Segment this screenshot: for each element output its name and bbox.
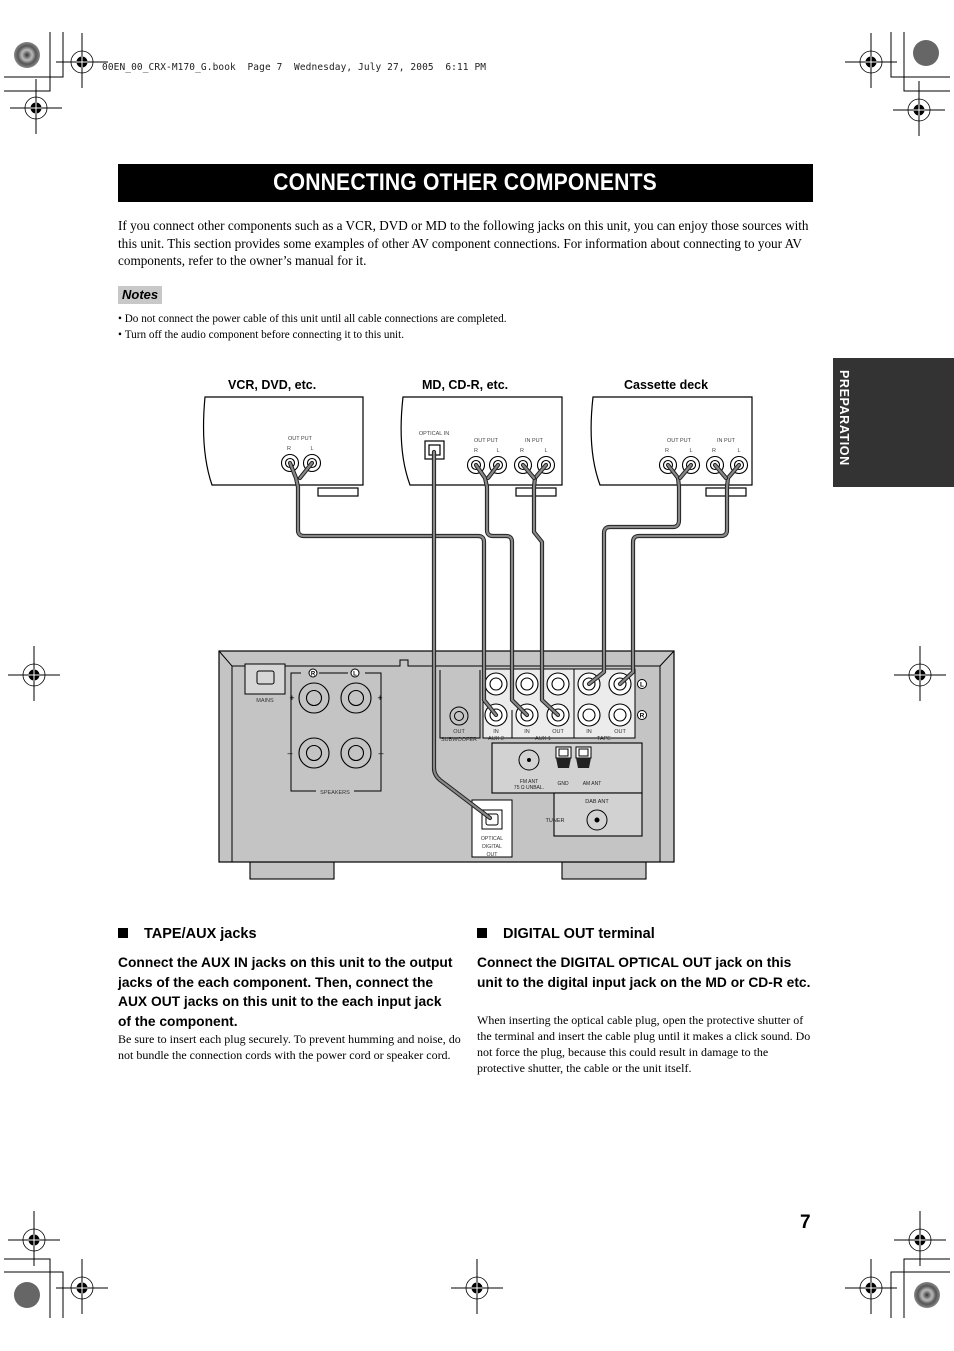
- crop-mark-bottom-left: [4, 1210, 109, 1318]
- aux1-in-label: IN: [524, 729, 530, 735]
- optical-label-line: DIGITAL: [482, 844, 502, 850]
- section-heading-tape-aux: TAPE/AUX jacks: [118, 926, 257, 942]
- am-antenna-terminal: [575, 746, 592, 768]
- channel-label: L: [689, 448, 692, 454]
- channel-l-marker: L: [640, 682, 644, 689]
- subwoofer-out-label: OUT: [453, 729, 465, 735]
- md-output-label: OUT PUT: [474, 438, 499, 444]
- am-ant-label: AM ANT: [583, 781, 602, 787]
- section-body-digital-out: When inserting the optical cable plug, o…: [477, 1013, 811, 1075]
- square-bullet-icon: [118, 928, 128, 938]
- gnd-label: GND: [557, 781, 569, 787]
- plus-label: +: [377, 693, 382, 703]
- section-body-tape-aux: Be sure to insert each plug securely. To…: [118, 1032, 461, 1062]
- tape-in-label: IN: [586, 729, 592, 735]
- tape-out-r-jack: [608, 703, 632, 727]
- section-heading-digital-out: DIGITAL OUT terminal: [477, 926, 655, 942]
- square-bullet-icon: [477, 928, 487, 938]
- channel-label: L: [737, 448, 740, 454]
- unit-foot-left: [249, 861, 335, 880]
- aux2-in-label: IN: [493, 729, 499, 735]
- vcr-output-label: OUT PUT: [288, 436, 313, 442]
- channel-label: L: [310, 446, 313, 452]
- channel-label: R: [665, 448, 669, 454]
- crop-mark-bottom-right: [844, 1210, 950, 1318]
- aux1-out-label: OUT: [552, 729, 564, 735]
- md-input-label: IN PUT: [525, 438, 544, 444]
- gnd-terminal: [555, 746, 572, 768]
- mains-label: MAINS: [256, 698, 274, 704]
- tape-out-label: OUT: [614, 729, 626, 735]
- optical-label-line: OUT: [487, 852, 499, 858]
- speaker-channel-r: R: [311, 672, 316, 678]
- section-heading-text: DIGITAL OUT terminal: [503, 926, 655, 942]
- speakers-label: SPEAKERS: [320, 790, 350, 796]
- optical-label-line: OPTICAL: [481, 836, 503, 842]
- channel-r-marker: R: [640, 713, 645, 720]
- cassette-input-label: IN PUT: [717, 438, 736, 444]
- channel-label: R: [287, 446, 291, 452]
- section-lead-tape-aux: Connect the AUX IN jacks on this unit to…: [118, 955, 453, 1029]
- vcr-device: [202, 396, 364, 497]
- channel-label: L: [496, 448, 499, 454]
- cassette-output-label: OUT PUT: [667, 438, 692, 444]
- section-heading-text: TAPE/AUX jacks: [144, 926, 257, 942]
- channel-label: L: [544, 448, 547, 454]
- aux2-label: AUX 2: [488, 736, 504, 742]
- channel-label: R: [474, 448, 478, 454]
- channel-label: R: [520, 448, 524, 454]
- page-number: 7: [800, 1212, 811, 1233]
- aux1-out-l-jack: [546, 672, 570, 696]
- connection-diagram: OUT PUT R L OPTICAL IN OUT PUT R L IN PU…: [202, 396, 753, 880]
- subwoofer-label: SUBWOOFER: [441, 737, 477, 743]
- dab-ant-label: DAB ANT: [585, 799, 609, 805]
- tape-label: TAPE: [597, 736, 611, 742]
- fm-ohm-label: 75 Ω UNBAL.: [514, 785, 544, 791]
- channel-label: R: [712, 448, 716, 454]
- minus-label: –: [287, 748, 292, 758]
- section-lead-digital-out: Connect the DIGITAL OPTICAL OUT jack on …: [477, 955, 811, 990]
- aux1-label: AUX 1: [535, 736, 551, 742]
- aux1-in-l-jack: [515, 672, 539, 696]
- tape-in-r-jack: [577, 703, 601, 727]
- main-unit-rear-panel: MAINS R L + + – – SPEAKERS OUT SUBWOOFER…: [218, 650, 675, 880]
- plus-label: +: [289, 693, 294, 703]
- md-optical-in-label: OPTICAL IN: [419, 431, 449, 437]
- tuner-label: TUNER: [546, 818, 565, 824]
- crop-mark-bottom-center: [450, 1258, 504, 1315]
- speaker-channel-l: L: [353, 672, 357, 678]
- aux2-in-l-jack: [484, 672, 508, 696]
- md-device: [400, 396, 563, 497]
- minus-label: –: [378, 748, 383, 758]
- unit-foot-right: [561, 861, 647, 880]
